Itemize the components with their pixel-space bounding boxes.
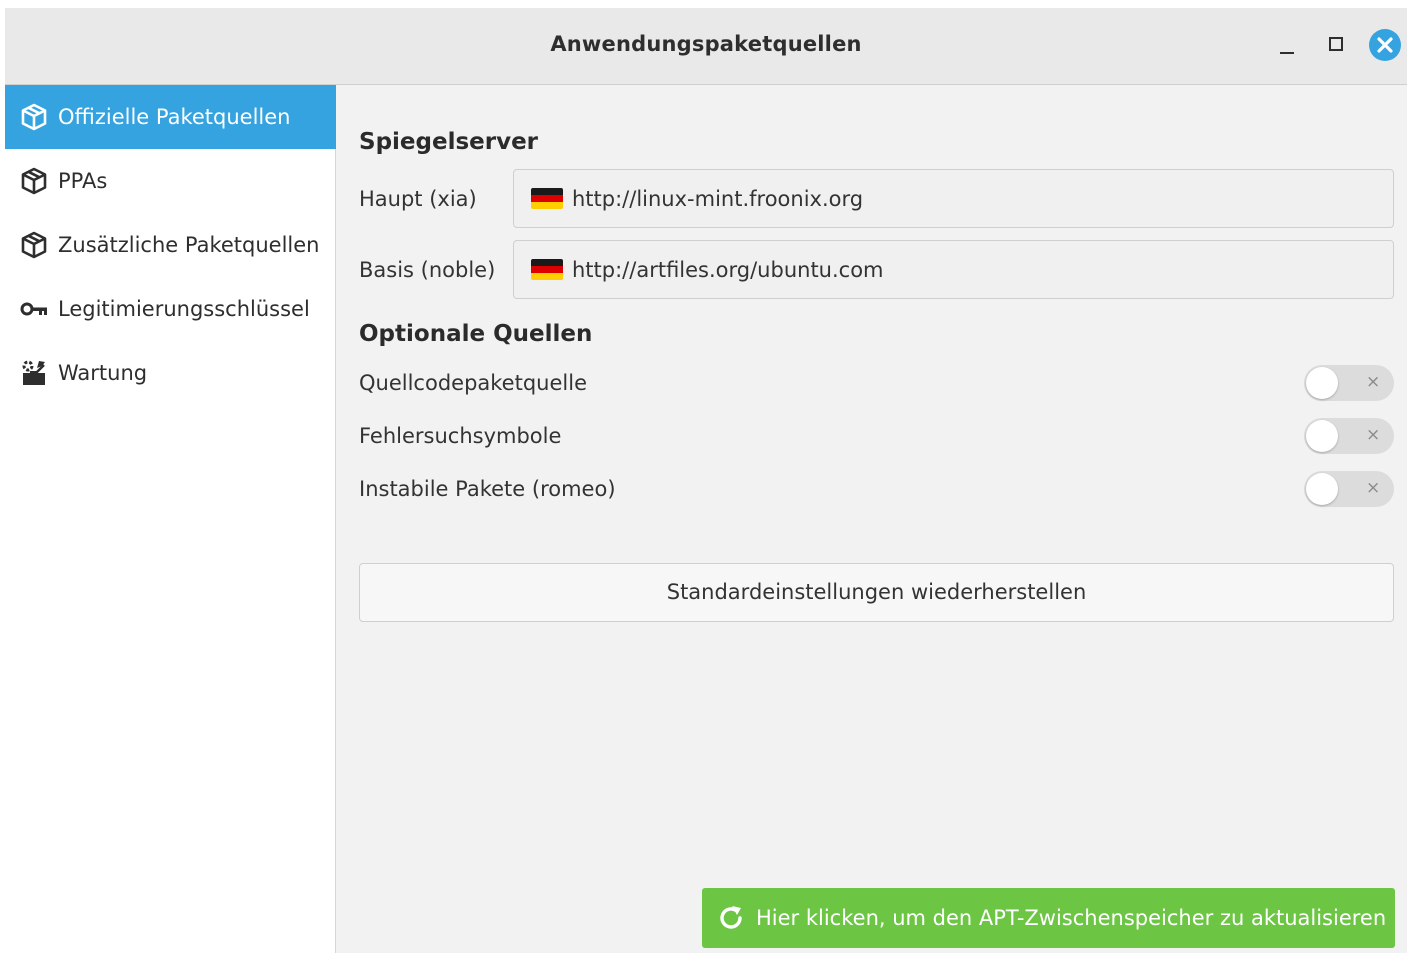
main-panel: Spiegelserver Haupt (xia) http://linux-m… <box>336 85 1407 953</box>
tools-icon <box>19 358 49 388</box>
toggle-knob <box>1306 420 1338 452</box>
sidebar-item-official-sources[interactable]: Offizielle Paketquellen <box>5 85 336 149</box>
title-bar[interactable]: Anwendungspaketquellen <box>5 8 1407 85</box>
package-icon <box>19 230 49 260</box>
toggle-off-icon: × <box>1366 372 1381 392</box>
minimize-button[interactable] <box>1270 28 1304 62</box>
toggle-off-icon: × <box>1366 425 1381 445</box>
sidebar-item-label: PPAs <box>58 169 108 193</box>
package-icon <box>19 102 49 132</box>
sidebar-item-label: Wartung <box>58 361 148 385</box>
toggle-knob <box>1306 367 1338 399</box>
maximize-button[interactable] <box>1319 28 1353 62</box>
restore-defaults-button[interactable]: Standardeinstellungen wiederherstellen <box>359 563 1394 622</box>
package-icon <box>19 166 49 196</box>
sidebar-item-label: Zusätzliche Paketquellen <box>58 233 320 257</box>
optional-sources-title: Optionale Quellen <box>359 321 593 347</box>
key-icon <box>19 294 49 324</box>
sidebar-item-maintenance[interactable]: Wartung <box>5 341 336 405</box>
debug-symbols-toggle[interactable]: × <box>1304 418 1394 454</box>
window-title: Anwendungspaketquellen <box>550 32 862 56</box>
base-mirror-button[interactable]: http://artfiles.org/ubuntu.com <box>513 240 1394 299</box>
debug-symbols-label: Fehlersuchsymbole <box>359 424 562 448</box>
main-mirror-url: http://linux-mint.froonix.org <box>572 186 864 211</box>
update-apt-cache-button[interactable]: Hier klicken, um den APT-Zwischenspeiche… <box>702 888 1395 948</box>
source-code-label: Quellcodepaketquelle <box>359 371 587 395</box>
base-mirror-label: Basis (noble) <box>359 258 496 282</box>
unstable-packages-toggle[interactable]: × <box>1304 471 1394 507</box>
sidebar-item-label: Offizielle Paketquellen <box>58 105 291 129</box>
sidebar-item-label: Legitimierungsschlüssel <box>58 297 310 321</box>
source-code-toggle[interactable]: × <box>1304 365 1394 401</box>
mirrors-section-title: Spiegelserver <box>359 129 539 155</box>
sidebar: Offizielle Paketquellen PPAs Zusätzliche… <box>5 85 336 953</box>
close-button[interactable] <box>1368 28 1402 62</box>
app-window: Anwendungspaketquellen Offizielle Paketq… <box>5 8 1407 953</box>
update-button-label: Hier klicken, um den APT-Zwischenspeiche… <box>756 906 1387 930</box>
toggle-knob <box>1306 473 1338 505</box>
main-mirror-label: Haupt (xia) <box>359 187 477 211</box>
close-icon <box>1369 29 1401 61</box>
sidebar-item-ppas[interactable]: PPAs <box>5 149 336 213</box>
de-flag-icon <box>531 259 563 280</box>
toggle-off-icon: × <box>1366 478 1381 498</box>
base-mirror-url: http://artfiles.org/ubuntu.com <box>572 257 884 282</box>
sidebar-item-authentication-keys[interactable]: Legitimierungsschlüssel <box>5 277 336 341</box>
refresh-icon <box>716 903 746 933</box>
de-flag-icon <box>531 188 563 209</box>
sidebar-item-additional-sources[interactable]: Zusätzliche Paketquellen <box>5 213 336 277</box>
minimize-icon <box>1280 52 1294 54</box>
unstable-packages-label: Instabile Pakete (romeo) <box>359 477 616 501</box>
maximize-icon <box>1329 37 1343 51</box>
main-mirror-button[interactable]: http://linux-mint.froonix.org <box>513 169 1394 228</box>
